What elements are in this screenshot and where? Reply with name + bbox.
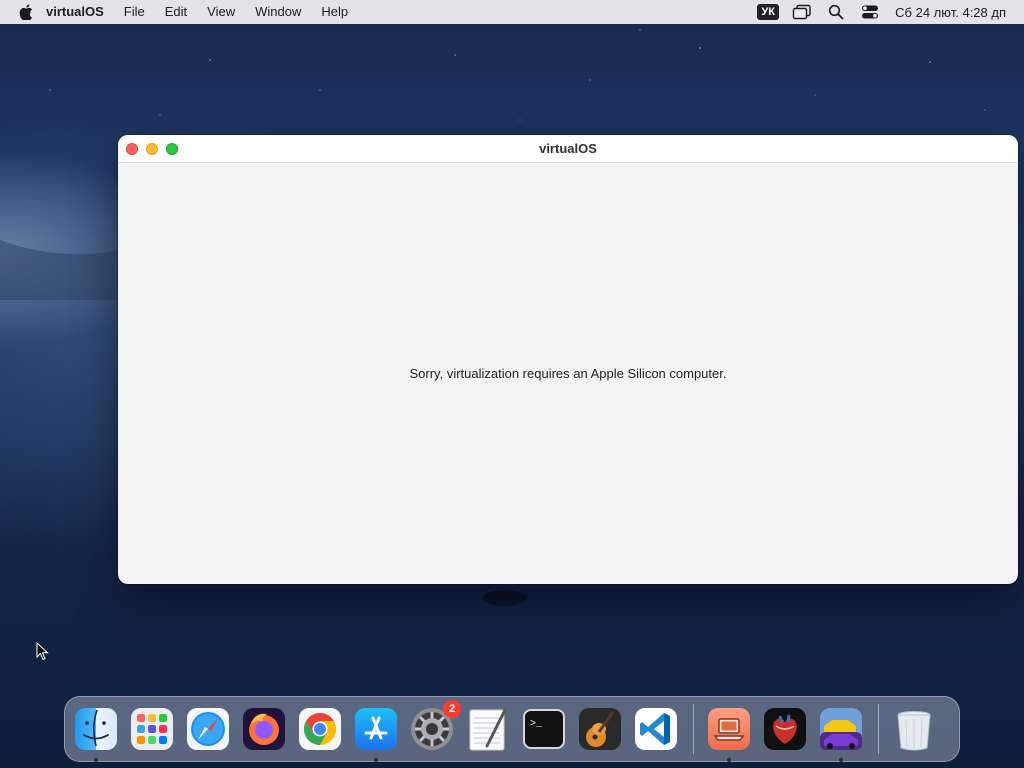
spotlight-search-icon[interactable]: [819, 0, 853, 24]
dock-anatomy-app[interactable]: [762, 706, 808, 752]
dock-safari[interactable]: [185, 706, 231, 752]
control-center-icon[interactable]: [853, 0, 887, 24]
chrome-icon: [299, 708, 341, 750]
dock-garageband[interactable]: [577, 706, 623, 752]
apple-menu-icon[interactable]: [0, 4, 40, 20]
menu-bar: virtualOS File Edit View Window Help УК: [0, 0, 1024, 24]
safari-icon: [187, 708, 229, 750]
input-source-menu[interactable]: УК: [751, 0, 785, 24]
finder-icon: [75, 708, 117, 750]
dock: 2 >_: [64, 696, 960, 762]
trash-icon: [897, 711, 931, 751]
dock-firefox[interactable]: [241, 706, 287, 752]
menu-file[interactable]: File: [114, 0, 155, 24]
app-menu-virtualos[interactable]: virtualOS: [40, 0, 114, 24]
racing-car-icon: [820, 708, 862, 750]
dock-separator: [693, 704, 694, 754]
app-store-icon: [355, 708, 397, 750]
launchpad-icon: [131, 708, 173, 750]
notification-badge: 2: [443, 700, 461, 718]
dock-chrome[interactable]: [297, 706, 343, 752]
garageband-icon: [579, 708, 621, 750]
heart-anatomy-icon: [764, 708, 806, 750]
dock-vscode[interactable]: [633, 706, 679, 752]
dock-virtualos[interactable]: [706, 706, 752, 762]
mouse-pointer-icon: [36, 641, 50, 667]
virtualos-icon: [708, 708, 750, 750]
running-indicator: [94, 758, 98, 762]
dock-racing-game[interactable]: [818, 706, 864, 762]
firefox-icon: [243, 708, 285, 750]
menu-view[interactable]: View: [197, 0, 245, 24]
menu-bar-clock[interactable]: Сб 24 лют. 4:28 дп: [887, 5, 1024, 20]
dock-system-preferences[interactable]: 2: [409, 700, 461, 752]
menu-help[interactable]: Help: [311, 0, 358, 24]
terminal-icon: >_: [523, 709, 565, 749]
menu-window[interactable]: Window: [245, 0, 311, 24]
window-content: Sorry, virtualization requires an Apple …: [118, 163, 1018, 584]
running-indicator: [839, 758, 843, 762]
input-source-label: УК: [757, 4, 779, 20]
screen-mirroring-icon[interactable]: [785, 0, 819, 24]
running-indicator: [727, 758, 731, 762]
dock-terminal[interactable]: >_: [521, 706, 567, 752]
dock-separator: [878, 704, 879, 754]
dock-launchpad[interactable]: [129, 706, 175, 752]
menu-edit[interactable]: Edit: [155, 0, 197, 24]
dock-trash[interactable]: [891, 706, 937, 752]
window-title: virtualOS: [539, 140, 597, 156]
dock-finder[interactable]: [73, 706, 119, 762]
svg-text:>_: >_: [530, 719, 543, 730]
textedit-icon: [469, 708, 507, 751]
dock-app-store[interactable]: [353, 706, 399, 762]
error-message: Sorry, virtualization requires an Apple …: [409, 366, 727, 381]
window-titlebar[interactable]: virtualOS: [118, 135, 1018, 163]
dock-textedit[interactable]: [465, 706, 511, 752]
running-indicator: [374, 758, 378, 762]
virtualos-window: virtualOS Sorry, virtualization requires…: [118, 135, 1018, 584]
vscode-icon: [635, 708, 677, 750]
